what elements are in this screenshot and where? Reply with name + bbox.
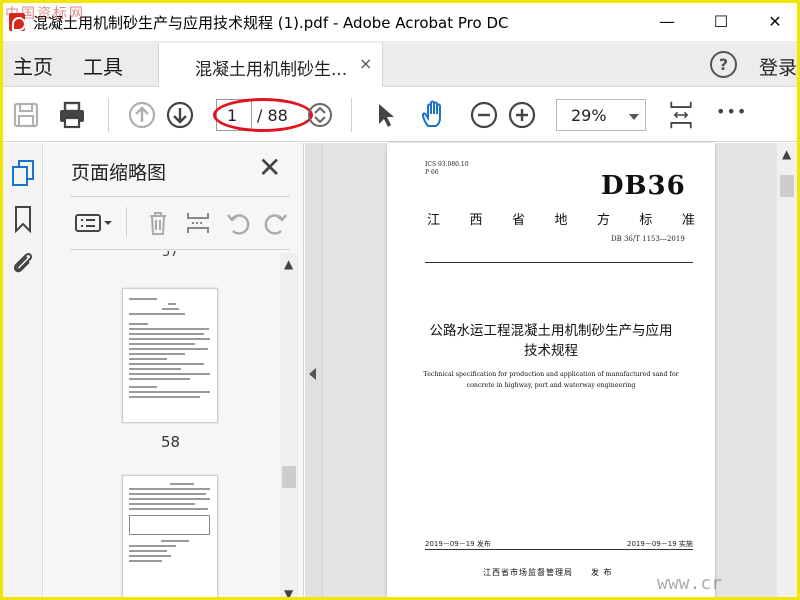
english-title-line: concrete in highway, port and waterway e… — [466, 382, 636, 389]
standard-type: 江 西 省 地 方 标 准 — [427, 209, 695, 228]
watermark-top-left: 中国资标网 — [5, 6, 85, 22]
thumbnail-toolbar — [70, 196, 290, 250]
title-line: 技术规程 — [524, 343, 578, 359]
scrollbar-thumb[interactable] — [282, 466, 296, 488]
zoom-select[interactable]: 29% — [556, 99, 646, 131]
next-page-icon[interactable] — [165, 100, 195, 130]
standard-type-char: 省 — [511, 213, 525, 228]
pdf-page: ICS 93.080.10 P 66 DB36 江 西 省 地 方 标 准 DB… — [387, 143, 715, 597]
thumbnail-page[interactable] — [122, 475, 218, 597]
tab-bar: 主页 工具 混凝土用机制砂生... × ? 登录 — [3, 41, 797, 87]
standard-type-char: 准 — [681, 213, 695, 228]
standard-number: DB 36/T 1153—2019 — [611, 235, 685, 243]
minimize-button[interactable]: — — [647, 9, 687, 35]
standard-type-char: 标 — [639, 213, 653, 228]
implementation-date: 2019－09－19 实施 — [627, 540, 693, 548]
thumbnail-content — [123, 476, 217, 562]
highlight-annotation-oval — [213, 98, 313, 132]
close-panel-icon[interactable]: ✕ — [258, 151, 281, 184]
standard-type-char: 西 — [469, 213, 483, 228]
trash-icon[interactable] — [144, 209, 172, 237]
thumbnail-page[interactable] — [122, 288, 218, 423]
zoom-in-icon[interactable] — [507, 100, 537, 130]
ccs-code: P 66 — [425, 169, 439, 176]
document-title: 公路水运工程混凝土用机制砂生产与应用 技术规程 — [407, 321, 695, 361]
previous-page-icon[interactable] — [127, 100, 157, 130]
fit-page-icon[interactable] — [666, 100, 696, 130]
panel-collapse-handle[interactable] — [305, 143, 323, 597]
toolbar-separator — [126, 207, 127, 237]
scroll-up-icon[interactable]: ▲ — [782, 147, 791, 161]
thumbnail-label: 57 — [162, 251, 179, 260]
close-tab-icon[interactable]: × — [359, 54, 372, 73]
more-tools-icon[interactable]: ••• — [716, 102, 747, 121]
zoom-out-icon[interactable] — [469, 100, 499, 130]
toolbar-separator — [351, 98, 352, 132]
rotate-counterclockwise-icon[interactable] — [224, 209, 252, 237]
toolbar-separator — [108, 98, 109, 132]
maximize-button[interactable]: ☐ — [701, 9, 741, 35]
publisher: 江西省市场监督管理局 发 布 — [483, 568, 613, 577]
tab-document[interactable]: 混凝土用机制砂生... × — [158, 43, 383, 87]
thumbnail-panel: 页面缩略图 ✕ 57 58 ▲ ▼ — [44, 143, 304, 597]
panel-title: 页面缩略图 — [71, 162, 167, 184]
issue-date: 2019－09－19 发布 — [425, 540, 491, 548]
app-window: 混凝土用机制砂生产与应用技术规程 (1).pdf - Adobe Acrobat… — [0, 0, 800, 600]
standard-type-char: 地 — [554, 213, 568, 228]
standard-type-char: 江 — [427, 213, 441, 228]
select-cursor-icon[interactable] — [371, 100, 401, 130]
main-toolbar: 1 / 88 29% ••• — [3, 88, 797, 142]
thumbnail-scrollbar[interactable]: ▲ ▼ — [280, 253, 298, 597]
window-title: 混凝土用机制砂生产与应用技术规程 (1).pdf - Adobe Acrobat… — [33, 14, 509, 32]
thumbnail-options-icon[interactable] — [74, 209, 114, 237]
extract-pages-icon[interactable] — [184, 209, 212, 237]
page-thumbnails-icon[interactable] — [11, 159, 35, 187]
standard-prefix: DB36 — [601, 171, 686, 201]
standard-type-char: 方 — [596, 213, 610, 228]
login-button[interactable]: 登录 — [759, 53, 797, 80]
document-tab-label: 混凝土用机制砂生... — [195, 60, 348, 80]
thumbnail-content — [123, 289, 217, 398]
title-bar: 混凝土用机制砂生产与应用技术规程 (1).pdf - Adobe Acrobat… — [3, 3, 797, 41]
english-title-line: Technical specification for production a… — [423, 371, 679, 378]
rotate-clockwise-icon[interactable] — [262, 209, 290, 237]
scrollbar-thumb[interactable] — [780, 175, 794, 197]
help-icon[interactable]: ? — [710, 51, 737, 78]
divider — [425, 549, 693, 550]
hand-tool-icon[interactable] — [419, 100, 449, 130]
save-icon[interactable] — [11, 100, 41, 130]
left-navigation-rail — [3, 143, 43, 597]
attachments-icon[interactable] — [11, 249, 35, 277]
chevron-down-icon — [629, 114, 639, 120]
tab-home[interactable]: 主页 — [13, 51, 53, 80]
scroll-up-icon[interactable]: ▲ — [284, 257, 293, 271]
close-window-button[interactable]: ✕ — [755, 9, 795, 35]
english-title: Technical specification for production a… — [417, 369, 685, 391]
document-scrollbar[interactable]: ▲ — [777, 143, 797, 597]
thumbnail-list: 57 58 — [44, 251, 300, 597]
zoom-value: 29% — [571, 106, 607, 125]
ics-code: ICS 93.080.10 — [425, 161, 469, 168]
bookmarks-icon[interactable] — [11, 205, 35, 233]
print-icon[interactable] — [57, 100, 87, 130]
tab-tools[interactable]: 工具 — [83, 51, 123, 80]
collapse-arrow-icon — [309, 368, 316, 380]
thumbnail-label: 58 — [161, 433, 181, 451]
watermark-bottom-right: www.cr — [657, 573, 723, 594]
divider — [425, 262, 693, 263]
title-line: 公路水运工程混凝土用机制砂生产与应用 — [429, 323, 673, 339]
scroll-down-icon[interactable]: ▼ — [284, 587, 293, 597]
scroll-mode-icon[interactable] — [305, 100, 335, 130]
